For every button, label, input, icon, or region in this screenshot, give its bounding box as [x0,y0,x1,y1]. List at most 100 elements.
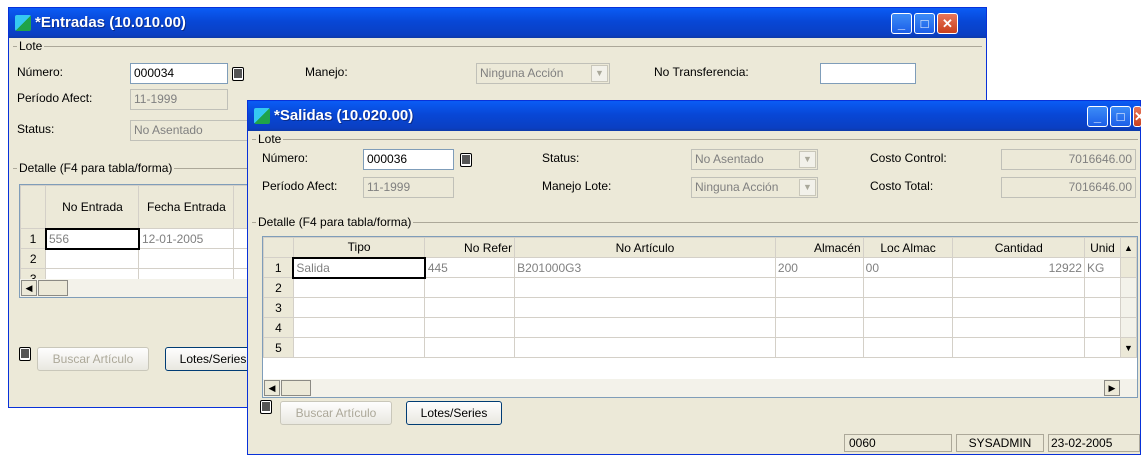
minimize-icon[interactable]: _ [1087,106,1108,127]
salidas-cell[interactable]: 200 [774,257,864,278]
entradas-cell[interactable]: 12-01-2005 [138,228,235,249]
salidas-lotes-series-button[interactable]: Lotes/Series [406,401,502,425]
close-icon[interactable]: ✕ [1133,106,1141,127]
salidas-numero-field[interactable]: 000036 [363,149,454,170]
salidas-costo-total-label: Costo Total: [870,179,934,193]
salidas-cell[interactable] [514,297,776,318]
entradas-numero-field[interactable]: 000034 [130,63,228,84]
salidas-status-select: No Asentado ▼ [691,149,818,170]
vscroll-track[interactable] [1119,277,1137,298]
salidas-cell[interactable] [424,337,516,358]
entradas-manejo-value: Ninguna Acción [480,66,564,80]
salidas-cell[interactable] [514,317,776,338]
maximize-icon[interactable]: □ [914,13,935,34]
vscroll-track[interactable] [1119,317,1137,338]
salidas-cell[interactable] [862,317,954,338]
scroll-up-icon[interactable]: ▲ [1119,237,1137,258]
salidas-window[interactable]: *Salidas (10.020.00) _ □ ✕ Lote Número: … [247,100,1141,455]
entradas-buscar-articulo-button[interactable]: Buscar Artículo [37,347,149,371]
table-row[interactable]: 3 [263,297,1137,318]
table-row[interactable]: 4 [263,317,1137,338]
salidas-cell[interactable] [514,337,776,358]
entradas-manejo-select: Ninguna Acción ▼ [476,63,610,84]
salidas-buscar-articulo-button[interactable]: Buscar Artículo [280,401,392,425]
salidas-cell[interactable] [292,297,426,318]
salidas-cell[interactable] [774,277,864,298]
salidas-cell[interactable] [862,277,954,298]
salidas-cell[interactable] [862,297,954,318]
table-row[interactable]: 1 Salida 445 B201000G3 200 00 12922 KG [263,256,1137,279]
lookup-icon[interactable] [17,345,33,363]
salidas-col-header[interactable]: No Artículo [514,237,776,258]
salidas-cell[interactable] [424,297,516,318]
salidas-cell[interactable] [424,317,516,338]
entradas-col-header[interactable]: No Entrada [45,185,140,229]
salidas-col-header[interactable]: No Refer [424,237,516,258]
salidas-cell[interactable] [952,277,1085,298]
entradas-cell[interactable] [45,248,140,269]
salidas-col-header[interactable]: Cantidad [952,237,1085,258]
salidas-col-header[interactable]: Tipo [292,237,426,258]
salidas-cell[interactable]: KG [1083,257,1121,278]
lookup-icon[interactable] [458,151,474,169]
salidas-cell[interactable]: B201000G3 [514,257,776,278]
salidas-cell[interactable] [292,317,426,338]
salidas-col-header[interactable]: Almacén [774,237,864,258]
scroll-left-icon[interactable]: ◀ [21,280,37,296]
scroll-thumb[interactable] [281,380,311,396]
entradas-col-header[interactable]: Fecha Entrada [138,185,235,229]
salidas-cell[interactable] [514,277,776,298]
salidas-cell[interactable] [774,337,864,358]
salidas-cell[interactable] [1083,317,1121,338]
scroll-left-icon[interactable]: ◀ [264,380,280,396]
scroll-down-icon[interactable]: ▼ [1119,337,1137,358]
table-row[interactable]: 5 ▼ [263,337,1137,358]
salidas-cell[interactable] [424,277,516,298]
salidas-cell[interactable] [952,337,1085,358]
salidas-cell[interactable] [1083,277,1121,298]
salidas-cell[interactable] [774,297,864,318]
entradas-grid[interactable]: No Entrada Fecha Entrada 1 556 12-01-200… [19,184,251,298]
salidas-hscrollbar[interactable]: ◀ ▶ [263,379,1137,397]
chevron-down-icon: ▼ [591,65,608,82]
entradas-cell[interactable] [138,248,235,269]
salidas-cell[interactable] [952,297,1085,318]
entradas-titlebar[interactable]: *Entradas (10.010.00) _ □ ✕ [9,8,986,38]
salidas-col-header[interactable]: Loc Almac [862,237,954,258]
salidas-col-header[interactable]: Unid [1083,237,1121,258]
scroll-thumb[interactable] [38,280,68,296]
entradas-cell[interactable]: 556 [44,227,140,250]
salidas-cell[interactable] [1083,337,1121,358]
lookup-icon[interactable] [258,398,274,416]
salidas-cell[interactable] [1083,297,1121,318]
lookup-icon[interactable] [230,65,246,83]
entradas-transferencia-label: No Transferencia: [654,65,749,79]
salidas-cell[interactable] [952,317,1085,338]
close-icon[interactable]: ✕ [937,13,958,34]
salidas-header-row: Tipo No Refer No Artículo Almacén Loc Al… [263,237,1137,258]
salidas-cell[interactable] [292,337,426,358]
salidas-cell[interactable]: 12922 [952,257,1085,278]
salidas-cell[interactable]: Salida [292,256,426,279]
salidas-titlebar[interactable]: *Salidas (10.020.00) _ □ ✕ [248,101,1141,131]
salidas-cell[interactable] [292,277,426,298]
salidas-corner [263,237,294,258]
salidas-cell[interactable] [862,337,954,358]
maximize-icon[interactable]: □ [1110,106,1131,127]
row-number: 4 [263,317,294,338]
chevron-down-icon: ▼ [799,179,816,196]
scroll-thumb[interactable] [1119,257,1137,278]
minimize-icon[interactable]: _ [891,13,912,34]
table-row[interactable]: 2 [20,248,250,269]
entradas-transferencia-field[interactable] [820,63,916,84]
salidas-cell[interactable]: 445 [424,257,516,278]
salidas-cell[interactable] [774,317,864,338]
entradas-hscrollbar[interactable]: ◀ [20,279,250,297]
entradas-status-field: No Asentado [130,120,248,141]
salidas-cell[interactable]: 00 [862,257,954,278]
scroll-right-icon[interactable]: ▶ [1104,380,1120,396]
table-row[interactable]: 2 [263,277,1137,298]
salidas-grid[interactable]: Tipo No Refer No Artículo Almacén Loc Al… [262,236,1138,398]
table-row[interactable]: 1 556 12-01-2005 [20,227,250,250]
vscroll-track[interactable] [1119,297,1137,318]
